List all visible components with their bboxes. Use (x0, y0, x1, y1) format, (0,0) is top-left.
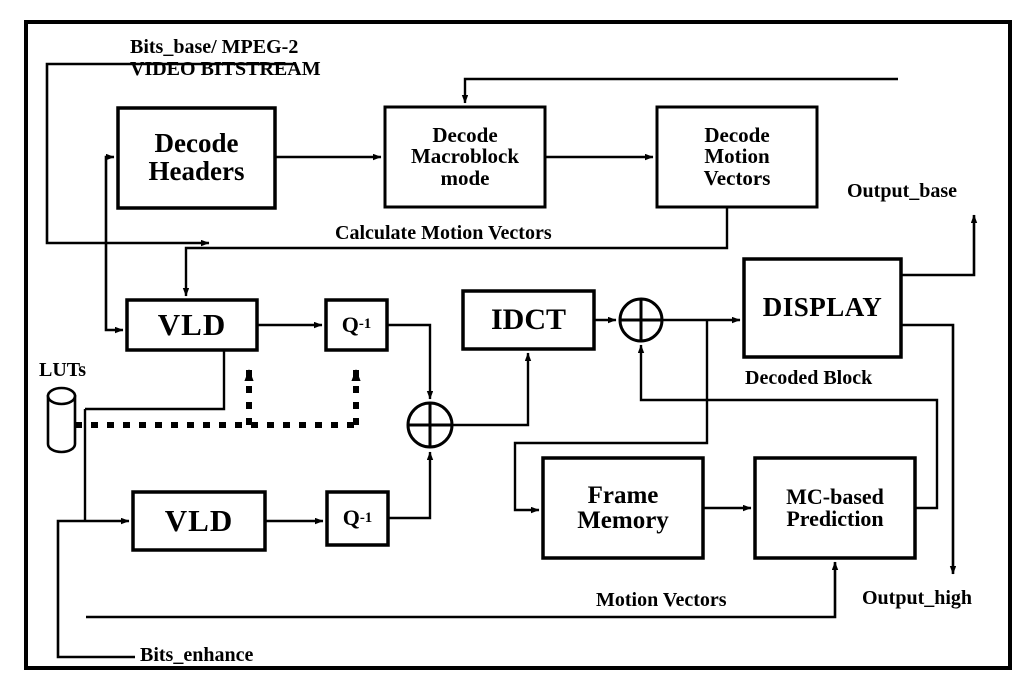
block-label-decode-headers: Decode Headers (148, 128, 245, 186)
adder-reconstruct-icon (618, 297, 664, 343)
label-output-base: Output_base (847, 180, 958, 202)
luts-cylinder-icon (46, 386, 77, 454)
connection-q-inverse-base-to-adder (387, 323, 434, 400)
connection-adder-to-idct (452, 352, 532, 427)
block-label-idct: IDCT (490, 302, 566, 336)
block-label-display: DISPLAY (762, 292, 883, 323)
connection-q-inverse-enhance-to-adder (388, 451, 434, 520)
block-label-vld-enhance: VLD (164, 503, 234, 539)
block-label-q-inverse-base: Q -1 (326, 300, 387, 350)
label-decoded-block: Decoded Block (745, 367, 873, 389)
block-label-decode-macroblock-mode: Decode Macroblock mode (410, 122, 520, 190)
q-inverse-base-symbol: Q (341, 311, 359, 337)
block-label-decode-motion-vectors: Decode Motion Vectors (703, 122, 771, 190)
connection-calculate-motion-vectors (182, 207, 729, 297)
connection-mv-feedback-to-macroblock (461, 77, 898, 104)
block-label-frame-memory: Frame Memory (577, 481, 669, 534)
block-label-vld-base: VLD (157, 307, 227, 343)
label-calculate-motion-vectors: Calculate Motion Vectors (335, 222, 552, 244)
block-label-q-inverse-enhance: Q -1 (327, 492, 388, 545)
label-bits-enhance: Bits_enhance (140, 644, 254, 666)
label-bits-base: Bits_base/ MPEG-2 VIDEO BITSTREAM (130, 36, 321, 80)
q-inverse-enhance-exponent: -1 (359, 509, 373, 526)
q-inverse-base-exponent: -1 (358, 316, 372, 333)
label-motion-vectors: Motion Vectors (596, 589, 727, 611)
adder-coefficients-icon (406, 401, 454, 449)
connection-bits-enhance-input (56, 517, 135, 659)
label-luts: LUTs (39, 359, 87, 381)
label-output-high: Output_high (862, 587, 973, 609)
block-label-mc-based-prediction: MC-based Prediction (786, 483, 884, 531)
diagram-canvas: Decode Headers Decode Macroblock mode De… (0, 0, 1036, 690)
connection-display-to-output-base (901, 214, 978, 277)
q-inverse-enhance-symbol: Q (342, 505, 360, 531)
